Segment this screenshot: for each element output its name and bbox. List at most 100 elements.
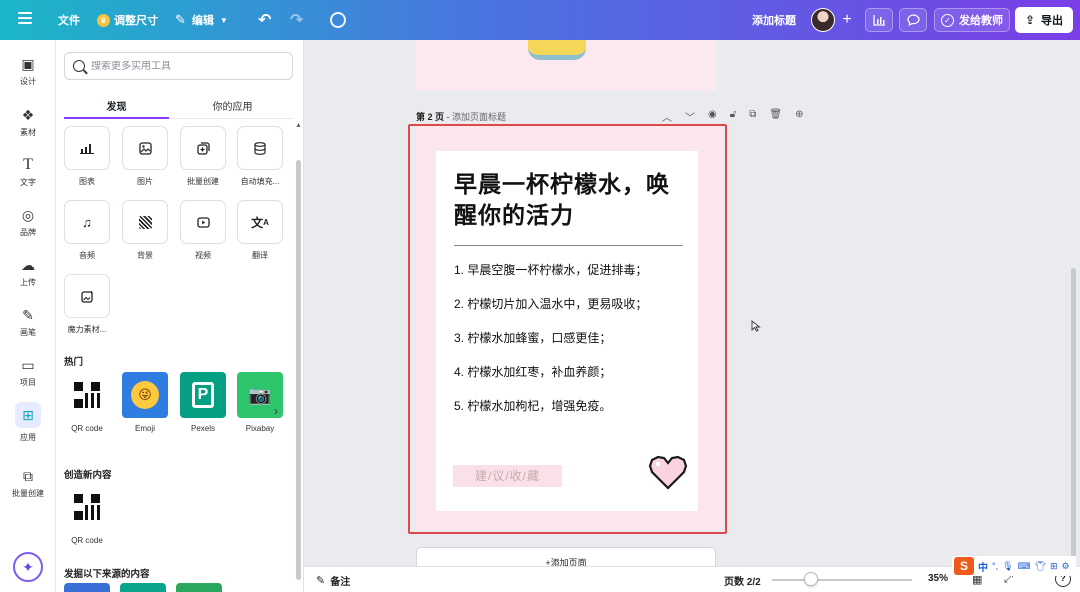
hot-section-title: 热门 [64,357,84,368]
rail-item-elements[interactable]: ❖ 素材 [0,107,56,138]
tool-autofill[interactable]: 自动填充... [237,126,283,187]
top-bar: 文件 ♛ 调整尺寸 ✎ 编辑 ▼ ↶ ↷ 添加标题 + ✓ 发给教师 ⇪ 导出 [0,0,1080,40]
send-to-teacher-button[interactable]: ✓ 发给教师 [934,8,1010,32]
source-tile[interactable] [64,583,110,592]
app-label: Pixabay [245,424,275,433]
source-tile[interactable] [120,583,166,592]
text-icon: T [23,156,33,173]
tool-magic-media[interactable]: 魔力素材... [64,274,110,335]
tool-image[interactable]: 图片 [122,126,168,187]
ime-mode[interactable]: 中 [978,559,988,574]
resize-button[interactable]: ♛ 调整尺寸 [97,0,158,40]
skin-icon[interactable]: 👕︎ [1035,561,1046,572]
rail-item-brand[interactable]: ◎ 品牌 [0,207,56,238]
app-qr-code-create[interactable]: QR code [64,484,110,545]
rail-item-uploads[interactable]: ☁ 上传 [0,257,56,288]
previous-page[interactable] [416,40,716,91]
tab-your-apps[interactable]: 你的应用 [180,98,285,113]
tool-label: 视频 [195,251,211,260]
chevron-right-icon[interactable]: › [274,404,288,418]
rail-item-design[interactable]: ▣ 设计 [0,56,56,87]
cloud-sync-icon[interactable] [330,12,346,28]
lock-icon[interactable]: 🔓︎ [730,109,736,124]
undo-icon[interactable]: ↶ [258,0,271,40]
tool-translate[interactable]: 文A 翻译 [237,200,283,261]
panel-tabs: 发现 你的应用 [64,95,293,119]
canvas-scrollbar[interactable] [1071,268,1076,563]
microphone-icon[interactable]: 🎙︎ [1002,561,1013,572]
pencil-icon: ✎ [175,12,186,27]
page-title-input[interactable]: 添加页面标题 [452,112,506,122]
app-pixabay[interactable]: 📷 Pixabay [237,372,283,433]
tool-chart[interactable]: 图表 [64,126,110,187]
create-section-title: 创造新内容 [64,470,112,481]
magic-assistant-icon[interactable]: ✦ [13,552,43,582]
check-circle-icon: ✓ [941,13,954,27]
active-tab-indicator [64,117,169,119]
tool-audio[interactable]: ♫ 音频 [64,200,110,261]
jar-illustration [528,40,586,60]
image-icon [122,126,168,170]
notes-button[interactable]: ✎ 备注 [316,573,350,588]
rail-item-projects[interactable]: ▭ 项目 [0,357,56,388]
app-label: QR code [71,424,103,433]
page-count[interactable]: 页数 2/2 [724,573,761,588]
eye-icon[interactable]: ◉ [708,109,717,124]
tool-label: 自动填充... [240,177,280,186]
layout-icon: ▣ [21,56,35,72]
avatar[interactable] [811,8,835,32]
punctuation-icon[interactable]: °, [992,561,998,571]
rail-item-apps[interactable]: ⊞ 应用 [0,402,56,443]
keyboard-icon[interactable]: ⌨ [1018,561,1031,572]
add-title-button[interactable]: 添加标题 [752,0,796,40]
tool-label: 图片 [137,177,153,186]
chart-icon [64,126,110,170]
search-icon [73,60,85,72]
database-icon [237,126,283,170]
file-menu[interactable]: 文件 [58,0,80,40]
zoom-slider-track[interactable] [772,579,912,581]
add-collaborator-icon[interactable]: + [837,10,857,30]
tool-background[interactable]: 背景 [122,200,168,261]
zoom-slider-handle[interactable] [804,572,819,586]
app-label: Pexels [190,424,215,433]
sogou-icon[interactable]: S [954,557,974,575]
rail-item-draw[interactable]: ✎ 画笔 [0,307,56,338]
settings-icon[interactable]: ⚙ [1062,561,1070,572]
brand-icon: ◎ [21,207,35,223]
crown-icon: ♛ [97,13,110,27]
shapes-icon: ❖ [21,107,35,123]
send-to-teacher-label: 发给教师 [959,15,1003,27]
rail-item-text[interactable]: T 文字 [0,157,56,188]
redo-icon[interactable]: ↷ [290,0,303,40]
search-input[interactable] [91,60,281,72]
comment-icon[interactable] [899,8,927,32]
rail-item-bulk-create[interactable]: ⧉ 批量创建 [0,468,56,499]
add-page-icon[interactable]: ⊕ [795,109,803,124]
move-up-icon[interactable]: ︿ [662,109,672,124]
edit-menu[interactable]: ✎ 编辑 ▼ [175,0,228,40]
canvas-area: 第 2 页 - 添加页面标题 ︿ ﹀ ◉ 🔓︎ ⧉ 🗑︎ ⊕ 早晨一杯柠檬水，唤… [304,40,1080,592]
tab-discover[interactable]: 发现 [64,98,169,113]
tool-bulk-create[interactable]: 批量创建 [180,126,226,187]
search-box[interactable] [64,52,293,80]
move-down-icon[interactable]: ﹀ [685,109,695,124]
app-emoji[interactable]: 😜 Emoji [122,372,168,433]
trash-icon[interactable]: 🗑︎ [769,109,782,124]
scroll-up-icon[interactable]: ▲ [295,122,302,129]
tool-video[interactable]: 视频 [180,200,226,261]
tool-label: 翻译 [252,251,268,260]
app-pexels[interactable]: P Pexels [180,372,226,433]
app-qr-code[interactable]: QR code [64,372,110,433]
export-button[interactable]: ⇪ 导出 [1015,7,1073,33]
magic-media-icon [64,274,110,318]
edit-label: 编辑 [191,15,214,27]
menu-icon[interactable] [18,12,32,26]
ime-toolbar: S 中 °, 🎙︎ ⌨ 👕︎ ⊞ ⚙ [952,556,1076,576]
source-tile[interactable] [176,583,222,592]
duplicate-icon[interactable]: ⧉ [749,109,756,124]
stats-icon[interactable] [865,8,893,32]
zoom-level[interactable]: 35% [928,573,948,584]
apps-grid-icon[interactable]: ⊞ [1050,561,1058,572]
panel-scrollbar[interactable] [296,160,301,580]
